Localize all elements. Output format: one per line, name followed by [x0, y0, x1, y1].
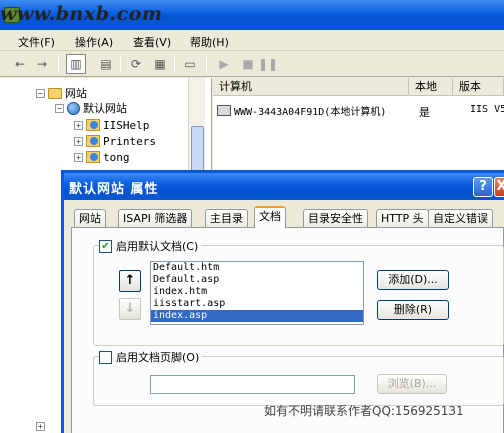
- forward-icon[interactable]: →: [32, 54, 52, 74]
- toolbar-separator: [174, 55, 175, 73]
- list-item[interactable]: Default.asp: [151, 274, 363, 286]
- menu-file[interactable]: 文件(F): [18, 34, 55, 50]
- toolbar-separator: [206, 55, 207, 73]
- tree-item-default-site[interactable]: − 默认网站: [55, 101, 127, 115]
- server-name: WWW-3443A04F91D(本地计算机): [234, 107, 387, 118]
- move-down-button[interactable]: ↓: [119, 298, 141, 320]
- tab-isapi-filters[interactable]: ISAPI 筛选器: [118, 209, 193, 227]
- contact-note: 如有不明请联系作者QQ:156925131: [264, 404, 464, 418]
- move-up-button[interactable]: ↑: [119, 270, 141, 292]
- tree-label: IISHelp: [103, 118, 150, 132]
- computer-icon: [217, 105, 231, 116]
- enable-default-doc-row[interactable]: ✔ 启用默认文档(C): [99, 238, 202, 254]
- tab-home-directory[interactable]: 主目录: [205, 209, 248, 227]
- website-icon: [67, 101, 80, 115]
- expand-icon[interactable]: +: [74, 136, 83, 146]
- tree-label: tong: [103, 150, 130, 164]
- list-item[interactable]: index.htm: [151, 286, 363, 298]
- toolbar: ← → ▥ ▤ ⟳ ▦ ▭ ▶ ■ ❚❚: [0, 51, 504, 77]
- tab-documents[interactable]: 文档: [254, 206, 286, 228]
- remove-button[interactable]: 删除(R): [377, 300, 449, 320]
- enable-footer-label: 启用文档页脚(O): [116, 351, 200, 364]
- default-documents-list[interactable]: Default.htm Default.asp index.htm iissta…: [150, 261, 364, 325]
- help-button[interactable]: ?: [473, 177, 493, 197]
- tree-scrollbar[interactable]: [188, 78, 205, 178]
- tab-directory-security[interactable]: 目录安全性: [303, 209, 368, 227]
- list-item[interactable]: iisstart.asp: [151, 298, 363, 310]
- add-button[interactable]: 添加(D)...: [377, 270, 449, 290]
- footer-path-field[interactable]: [150, 375, 355, 394]
- enable-footer-checkbox[interactable]: [99, 350, 112, 364]
- export-list-icon[interactable]: ▦: [150, 54, 170, 74]
- column-header-version[interactable]: 版本: [453, 78, 504, 96]
- collapse-icon[interactable]: −: [55, 103, 64, 113]
- tree-label: 默认网站: [83, 102, 127, 115]
- virtual-directory-icon: [86, 119, 100, 131]
- properties-icon[interactable]: ▤: [96, 54, 116, 74]
- menu-view[interactable]: 查看(V): [133, 34, 171, 50]
- tree-item-iishelp[interactable]: + IISHelp: [74, 118, 149, 132]
- column-header-computer[interactable]: 计算机: [213, 78, 409, 96]
- menubar: 文件(F) 操作(A) 查看(V) 帮助(H): [0, 30, 504, 51]
- computer-icon[interactable]: ▭: [180, 54, 200, 74]
- list-item-selected[interactable]: index.asp: [151, 310, 363, 322]
- menu-action[interactable]: 操作(A): [75, 34, 113, 50]
- menu-help[interactable]: 帮助(H): [190, 34, 229, 50]
- expand-icon[interactable]: +: [74, 120, 83, 130]
- server-version: IIS V5: [470, 104, 504, 115]
- folder-icon: [48, 87, 62, 99]
- watermark-text: www.bnxb.com: [0, 3, 163, 25]
- expand-icon[interactable]: +: [74, 152, 83, 162]
- tree-item-tong[interactable]: + tong: [74, 150, 130, 164]
- tab-website[interactable]: 网站: [74, 209, 106, 227]
- column-header-local[interactable]: 本地: [409, 78, 453, 96]
- tree-item-websites[interactable]: − 网站: [36, 86, 87, 100]
- collapse-icon[interactable]: −: [36, 88, 45, 98]
- refresh-icon[interactable]: ⟳: [126, 54, 146, 74]
- server-row[interactable]: WWW-3443A04F91D(本地计算机): [217, 103, 386, 118]
- enable-footer-row[interactable]: 启用文档页脚(O): [99, 349, 203, 365]
- main-titlebar: www.bnxb.com: [0, 0, 504, 30]
- enable-default-doc-label: 启用默认文档(C): [116, 240, 199, 253]
- dialog-titlebar[interactable]: 默认网站 属性 ? X: [64, 173, 504, 200]
- toolbar-separator: [58, 55, 59, 73]
- browse-button[interactable]: 浏览(B)...: [377, 374, 447, 394]
- tree-label: 网站: [65, 87, 87, 100]
- list-item[interactable]: Default.htm: [151, 262, 363, 274]
- tree-label: Printers: [103, 134, 156, 148]
- tab-custom-errors[interactable]: 自定义错误: [428, 209, 493, 227]
- tree-item-printers[interactable]: + Printers: [74, 134, 156, 148]
- properties-dialog: 默认网站 属性 ? X 网站 ISAPI 筛选器 主目录 文档 目录安全性 HT…: [61, 170, 504, 433]
- tree-scroll-thumb[interactable]: [191, 126, 204, 176]
- virtual-directory-icon: [86, 151, 100, 163]
- play-icon[interactable]: ▶: [214, 54, 234, 74]
- show-tree-icon[interactable]: ▥: [66, 54, 86, 74]
- dialog-title: 默认网站 属性: [69, 182, 159, 197]
- back-icon[interactable]: ←: [10, 54, 30, 74]
- virtual-directory-icon: [86, 135, 100, 147]
- pause-icon[interactable]: ❚❚: [258, 54, 278, 74]
- server-local: 是: [419, 106, 430, 119]
- expand-icon[interactable]: +: [36, 422, 45, 431]
- tab-http-headers[interactable]: HTTP 头: [376, 209, 429, 227]
- close-button[interactable]: X: [494, 177, 504, 197]
- stop-icon[interactable]: ■: [238, 54, 258, 74]
- enable-default-doc-checkbox[interactable]: ✔: [99, 239, 112, 253]
- toolbar-separator: [120, 55, 121, 73]
